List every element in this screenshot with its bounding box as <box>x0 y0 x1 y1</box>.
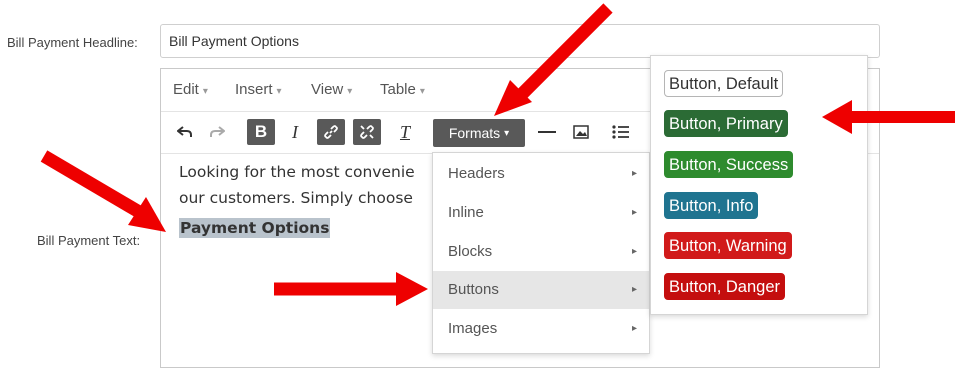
chevron-right-icon: ▸ <box>631 323 637 334</box>
formats-item-buttons[interactable]: Buttons ▸ <box>433 271 649 309</box>
menu-insert-label: Insert <box>235 81 273 98</box>
content-line-2: our customers. Simply choose <box>179 189 413 207</box>
menu-table[interactable]: Table ▾ <box>380 81 425 98</box>
formats-item-label: Images <box>448 320 498 337</box>
formats-item-images[interactable]: Images ▸ <box>433 310 649 348</box>
menu-edit-label: Edit <box>173 81 199 98</box>
unlink-button[interactable] <box>353 119 381 145</box>
chevron-right-icon: ▸ <box>631 207 637 218</box>
formats-item-inline[interactable]: Inline ▸ <box>433 194 649 232</box>
button-primary-option[interactable]: Button, Primary <box>664 110 788 137</box>
button-info-option[interactable]: Button, Info <box>664 192 759 219</box>
formats-item-label: Inline <box>448 204 484 221</box>
text-label: Bill Payment Text: <box>37 233 141 248</box>
horizontal-rule-button[interactable] <box>533 119 561 145</box>
formats-item-headers[interactable]: Headers ▸ <box>433 155 649 193</box>
chevron-right-icon: ▸ <box>631 246 637 257</box>
formats-item-label: Headers <box>448 165 505 182</box>
redo-icon <box>210 126 225 137</box>
formats-label: Formats <box>448 125 501 141</box>
clear-formatting-button[interactable]: T <box>391 119 419 145</box>
chevron-down-icon: ▾ <box>347 86 353 97</box>
horizontal-rule-icon <box>538 131 556 133</box>
menu-table-label: Table <box>380 81 416 98</box>
button-default-option[interactable]: Button, Default <box>664 70 784 97</box>
link-icon <box>324 125 338 139</box>
formats-dropdown: Headers ▸ Inline ▸ Blocks ▸ Buttons ▸ Images… <box>432 152 650 354</box>
formats-item-label: Buttons <box>448 281 499 298</box>
button-warning-option[interactable]: Button, Warning <box>664 232 792 259</box>
formats-item-blocks[interactable]: Blocks ▸ <box>433 233 649 271</box>
chevron-right-icon: ▸ <box>631 284 637 295</box>
italic-icon: I <box>292 121 298 142</box>
bullet-list-icon <box>612 125 629 139</box>
bullet-list-button[interactable] <box>607 119 635 145</box>
headline-input[interactable]: Bill Payment Options <box>160 24 880 58</box>
chevron-down-icon: ▾ <box>419 86 425 97</box>
chevron-down-icon: ▾ <box>202 86 208 97</box>
menu-view-label: View <box>311 81 344 98</box>
menu-view[interactable]: View ▾ <box>311 81 352 98</box>
undo-icon <box>177 126 192 137</box>
formats-item-label: Blocks <box>448 243 493 260</box>
buttons-submenu: Button, Default Button, Primary Button, … <box>650 55 868 315</box>
bold-button[interactable]: B <box>247 119 275 145</box>
button-success-option[interactable]: Button, Success <box>664 151 794 178</box>
link-button[interactable] <box>317 119 345 145</box>
headline-label: Bill Payment Headline: <box>7 35 138 50</box>
formats-button[interactable]: Formats ▾ <box>433 119 525 147</box>
content-line-1: Looking for the most convenie <box>179 163 415 181</box>
chevron-down-icon: ▾ <box>276 86 282 97</box>
undo-button[interactable] <box>171 119 199 145</box>
arrow-to-text <box>40 150 166 232</box>
button-danger-option[interactable]: Button, Danger <box>664 273 785 300</box>
redo-button[interactable] <box>203 119 231 145</box>
italic-button[interactable]: I <box>281 119 309 145</box>
chevron-right-icon: ▸ <box>631 168 637 179</box>
image-icon <box>573 125 589 139</box>
menu-edit[interactable]: Edit ▾ <box>173 81 208 98</box>
clear-formatting-icon: T <box>399 121 410 142</box>
content-heading: Payment Options <box>179 218 331 238</box>
chevron-down-icon: ▾ <box>504 127 510 139</box>
menu-insert[interactable]: Insert ▾ <box>235 81 282 98</box>
unlink-icon <box>360 125 374 139</box>
image-button[interactable] <box>567 119 595 145</box>
editor-content[interactable]: Looking for the most convenie our custom… <box>179 159 415 241</box>
bold-icon: B <box>254 122 268 141</box>
